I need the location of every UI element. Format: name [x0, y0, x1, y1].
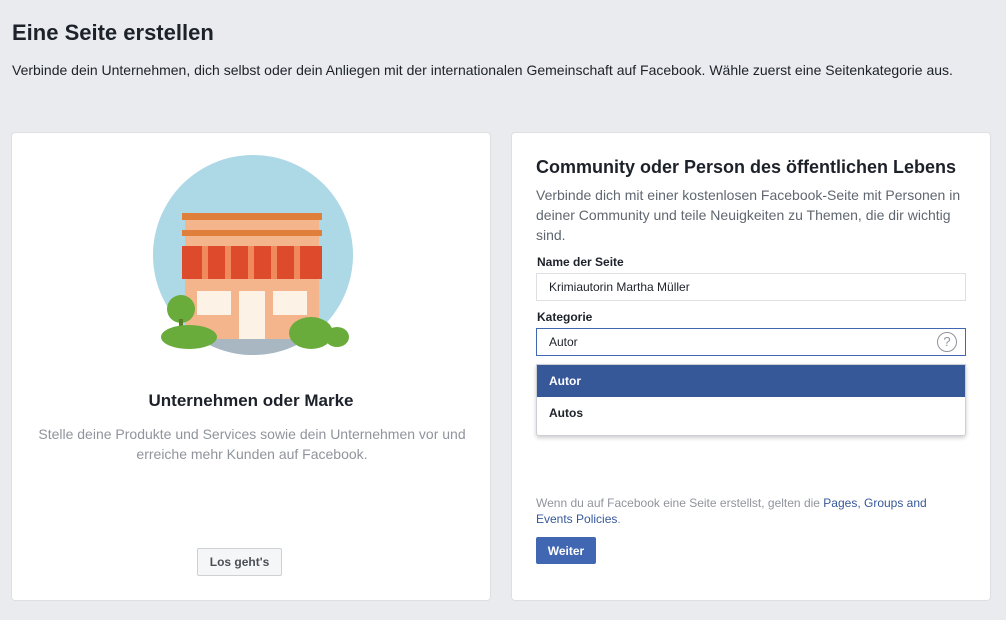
legal-notice: Wenn du auf Facebook eine Seite erstells…: [536, 495, 966, 527]
page-name-label: Name der Seite: [537, 255, 624, 269]
community-card-description: Verbinde dich mit einer kostenlosen Face…: [536, 187, 961, 243]
page-title: Eine Seite erstellen: [12, 20, 214, 45]
page-subtitle: Verbinde dein Unternehmen, dich selbst o…: [12, 62, 953, 78]
community-card-title: Community oder Person des öffentlichen L…: [536, 157, 957, 177]
category-suggestions: Autor Autos: [536, 364, 966, 436]
category-label: Kategorie: [537, 310, 593, 324]
business-card-title: Unternehmen oder Marke: [148, 391, 354, 410]
suggestion-autos[interactable]: Autos: [537, 397, 965, 429]
continue-button[interactable]: Weiter: [536, 537, 596, 564]
storefront-icon: [149, 155, 369, 357]
get-started-button[interactable]: Los geht's: [197, 548, 282, 576]
suggestion-autor[interactable]: Autor: [537, 365, 965, 397]
business-card-description: Stelle deine Produkte und Services sowie…: [38, 426, 466, 462]
page-name-input[interactable]: [536, 273, 966, 301]
business-card[interactable]: Unternehmen oder Marke Stelle deine Prod…: [11, 132, 491, 601]
category-input[interactable]: [537, 329, 927, 355]
question-icon[interactable]: ?: [937, 332, 957, 352]
category-field[interactable]: ?: [536, 328, 966, 356]
legal-suffix: .: [617, 512, 621, 526]
legal-prefix: Wenn du auf Facebook eine Seite erstells…: [536, 496, 824, 510]
community-card: Community oder Person des öffentlichen L…: [511, 132, 991, 601]
